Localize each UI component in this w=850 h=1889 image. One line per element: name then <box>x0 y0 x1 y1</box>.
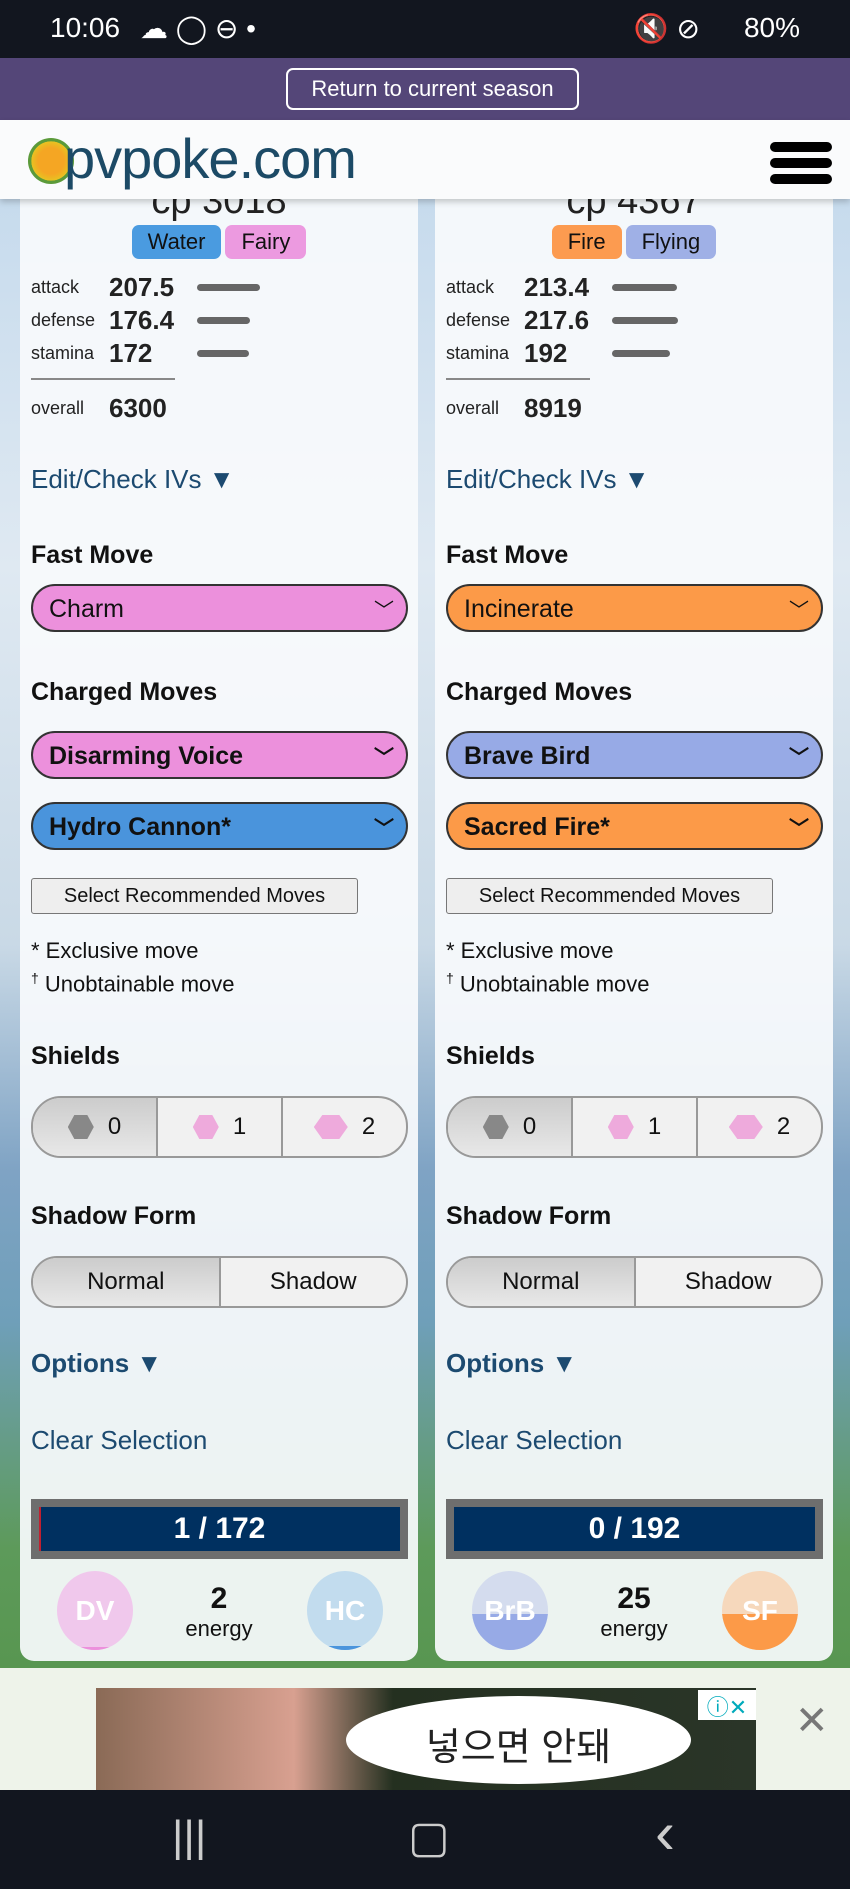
chevron-down-icon: ﹀ <box>374 818 394 840</box>
shield-option-1[interactable]: 1 <box>158 1098 283 1156</box>
normal-option[interactable]: Normal <box>448 1258 636 1306</box>
charged-move-2-select[interactable]: Sacred Fire* ﹀ <box>446 802 823 850</box>
type-badge: Fire <box>551 225 622 259</box>
return-to-current-season-button[interactable]: Return to current season <box>286 68 579 110</box>
fast-move-label: Fast Move <box>31 541 154 569</box>
notification-icons: ☁ ◯ ⊖ • <box>140 13 256 44</box>
logo[interactable]: pvpoke.com <box>28 126 357 191</box>
stamina-bar <box>197 350 250 357</box>
stat-stamina: stamina 192 <box>446 338 671 369</box>
back-button[interactable]: ‹ <box>655 1798 675 1867</box>
status-bar: 10:06 ☁ ◯ ⊖ • 🔇 ︎⊘ 80% <box>0 0 850 58</box>
type-badges: Fire Flying <box>435 225 833 259</box>
shield-empty-icon <box>482 1115 509 1139</box>
close-ad-icon[interactable]: ✕ <box>795 1698 829 1744</box>
shield-option-2[interactable]: 2 <box>283 1098 406 1156</box>
stat-overall: overall 6300 <box>31 393 167 423</box>
shields-label: Shields <box>446 1042 535 1070</box>
battery-level: 80% <box>743 12 800 43</box>
charged-move-b-button[interactable]: HC <box>307 1571 383 1650</box>
ad-image[interactable]: 넣으면 안돼 ⓘ✕ <box>96 1688 756 1790</box>
stat-overall: overall 8919 <box>446 393 582 423</box>
double-shield-icon <box>728 1115 763 1139</box>
attack-bar <box>197 284 260 291</box>
system-icons: 🔇 ︎⊘ <box>633 13 700 44</box>
shield-option-1[interactable]: 1 <box>573 1098 698 1156</box>
unobtainable-move-note: † Unobtainable move <box>31 970 235 997</box>
shadow-form-toggle: Normal Shadow <box>31 1256 408 1308</box>
type-badge: Flying <box>625 225 717 259</box>
exclusive-move-note: * Exclusive move <box>31 938 199 963</box>
shadow-form-label: Shadow Form <box>446 1202 612 1230</box>
shields-selector: 0 1 2 <box>31 1096 408 1158</box>
chevron-down-icon: ﹀ <box>789 747 809 769</box>
site-header: pvpoke.com <box>0 120 850 199</box>
fast-move-select[interactable]: Charm ﹀ <box>31 584 408 632</box>
normal-option[interactable]: Normal <box>33 1258 221 1306</box>
shields-label: Shields <box>31 1042 120 1070</box>
exclusive-move-note: * Exclusive move <box>446 938 614 963</box>
ad-banner: 넣으면 안돼 ⓘ✕ ✕ <box>0 1668 850 1790</box>
charged-moves-label: Charged Moves <box>31 678 218 706</box>
type-badge: Fairy <box>225 225 307 259</box>
charged-moves-label: Charged Moves <box>446 678 633 706</box>
hp-bar: 0 / 192 <box>446 1499 823 1559</box>
charged-move-1-select[interactable]: Brave Bird ﹀ <box>446 731 823 779</box>
season-banner: Return to current season <box>0 58 850 120</box>
select-recommended-moves-button[interactable]: Select Recommended Moves <box>31 878 358 914</box>
edit-ivs-link[interactable]: Edit/Check IVs ▼ <box>31 464 234 495</box>
shield-option-2[interactable]: 2 <box>698 1098 821 1156</box>
shield-icon <box>192 1115 219 1139</box>
double-shield-icon <box>313 1115 348 1139</box>
hp-bar: 1 / 172 <box>31 1499 408 1559</box>
shield-empty-icon <box>67 1115 94 1139</box>
clock: 10:06 <box>50 12 121 43</box>
chevron-down-icon: ﹀ <box>789 600 809 622</box>
shadow-option[interactable]: Shadow <box>636 1258 822 1306</box>
fast-move-select[interactable]: Incinerate ﹀ <box>446 584 823 632</box>
shadow-form-label: Shadow Form <box>31 1202 197 1230</box>
chevron-down-icon: ﹀ <box>374 600 394 622</box>
navigation-bar: ||| ▢ ‹ <box>0 1790 850 1889</box>
pokemon-card: cp 3018 Water Fairy attack 207.5 defense 17… <box>20 150 418 1661</box>
unobtainable-move-note: † Unobtainable move <box>446 970 650 997</box>
charged-move-b-button[interactable]: SF <box>722 1571 798 1650</box>
shield-icon <box>607 1115 634 1139</box>
clear-selection-link[interactable]: Clear Selection <box>446 1425 622 1456</box>
stat-defense: defense 176.4 <box>31 305 251 336</box>
type-badges: Water Fairy <box>20 225 418 259</box>
hp-fill <box>39 1507 42 1551</box>
shield-option-0[interactable]: 0 <box>448 1098 573 1156</box>
chevron-down-icon: ﹀ <box>789 818 809 840</box>
info-icon[interactable]: ⓘ✕ <box>698 1690 756 1720</box>
shields-selector: 0 1 2 <box>446 1096 823 1158</box>
divider <box>31 378 175 380</box>
fast-move-label: Fast Move <box>446 541 569 569</box>
charged-move-2-select[interactable]: Hydro Cannon* ﹀ <box>31 802 408 850</box>
type-badge: Water <box>131 225 222 259</box>
stat-defense: defense 217.6 <box>446 305 678 336</box>
shield-option-0[interactable]: 0 <box>33 1098 158 1156</box>
charged-move-1-select[interactable]: Disarming Voice ﹀ <box>31 731 408 779</box>
attack-bar <box>612 284 677 291</box>
recent-apps-button[interactable]: ||| <box>172 1812 206 1862</box>
stat-stamina: stamina 172 <box>31 338 250 369</box>
edit-ivs-link[interactable]: Edit/Check IVs ▼ <box>446 464 649 495</box>
pokemon-card: cp 4367 Fire Flying attack 213.4 defense 21… <box>435 150 833 1661</box>
divider <box>446 378 590 380</box>
stat-attack: attack 213.4 <box>446 272 677 303</box>
options-toggle[interactable]: Options ▼ <box>31 1348 162 1379</box>
defense-bar <box>612 317 678 324</box>
hamburger-icon[interactable] <box>770 142 832 184</box>
stamina-bar <box>612 350 671 357</box>
clear-selection-link[interactable]: Clear Selection <box>31 1425 207 1456</box>
stat-attack: attack 207.5 <box>31 272 260 303</box>
home-button[interactable]: ▢ <box>408 1812 450 1863</box>
options-toggle[interactable]: Options ▼ <box>446 1348 577 1379</box>
shadow-option[interactable]: Shadow <box>221 1258 407 1306</box>
shadow-form-toggle: Normal Shadow <box>446 1256 823 1308</box>
chevron-down-icon: ﹀ <box>374 747 394 769</box>
select-recommended-moves-button[interactable]: Select Recommended Moves <box>446 878 773 914</box>
defense-bar <box>197 317 251 324</box>
